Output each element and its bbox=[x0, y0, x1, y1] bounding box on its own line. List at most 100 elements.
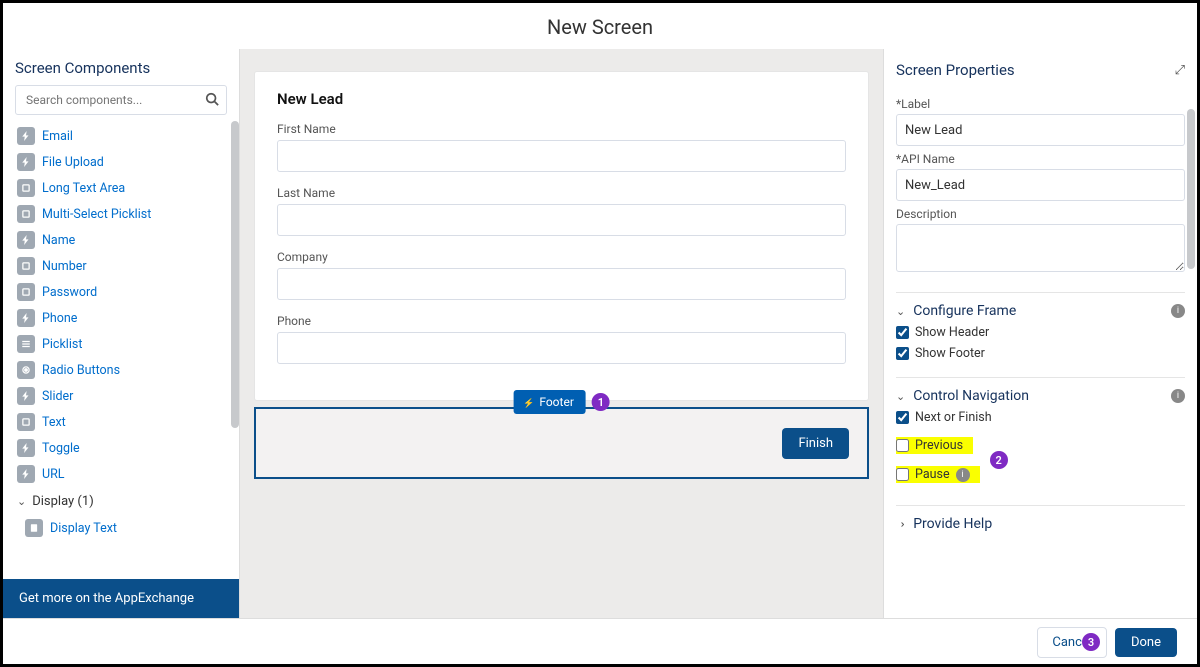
component-label: Name bbox=[42, 233, 75, 248]
component-label: Radio Buttons bbox=[42, 363, 120, 378]
component-item[interactable]: Slider bbox=[17, 383, 239, 409]
expand-icon[interactable]: ⤢ bbox=[1175, 63, 1185, 78]
checkbox-label: Previous bbox=[915, 438, 963, 453]
label-field-label: *Label bbox=[896, 97, 1185, 111]
checkbox-pause[interactable]: Pause i bbox=[896, 466, 980, 483]
checkbox-input[interactable] bbox=[896, 411, 909, 424]
checkbox-next-finish[interactable]: Next or Finish bbox=[896, 410, 1185, 425]
component-label: Picklist bbox=[42, 337, 82, 352]
footer-pill[interactable]: Footer bbox=[513, 390, 586, 414]
component-item[interactable]: Email bbox=[17, 123, 239, 149]
bolt-icon bbox=[17, 387, 35, 405]
search-input[interactable] bbox=[15, 85, 227, 115]
section-header[interactable]: ⌄ Configure Frame i bbox=[896, 303, 1185, 319]
component-label: Long Text Area bbox=[42, 181, 125, 196]
component-item[interactable]: Picklist bbox=[17, 331, 239, 357]
component-item[interactable]: URL bbox=[17, 461, 239, 487]
checkbox-input[interactable] bbox=[896, 347, 909, 360]
search-wrap bbox=[15, 85, 227, 115]
scrollbar[interactable] bbox=[231, 121, 239, 428]
component-item[interactable]: Name bbox=[17, 227, 239, 253]
checkbox-input[interactable] bbox=[896, 439, 909, 452]
chevron-down-icon: ⌄ bbox=[896, 305, 905, 318]
field-label: Company bbox=[277, 250, 846, 264]
right-panel-body: *Label *API Name Description ⌄ Configure… bbox=[884, 87, 1197, 618]
field-input[interactable] bbox=[277, 268, 846, 300]
info-icon[interactable]: i bbox=[1171, 304, 1185, 318]
layout: Screen Components EmailFile UploadLong T… bbox=[3, 49, 1197, 618]
checkbox-previous[interactable]: Previous bbox=[896, 437, 973, 454]
checkbox-label: Show Header bbox=[915, 325, 989, 340]
component-label: URL bbox=[42, 467, 65, 482]
field-input[interactable] bbox=[277, 204, 846, 236]
chevron-down-icon: ⌄ bbox=[17, 495, 26, 508]
footer-tag: Footer 1 bbox=[513, 390, 610, 414]
left-panel: Screen Components EmailFile UploadLong T… bbox=[3, 49, 240, 618]
box-icon bbox=[17, 257, 35, 275]
search-icon bbox=[205, 92, 219, 106]
bolt-icon bbox=[17, 309, 35, 327]
section-header[interactable]: ⌄ Control Navigation i bbox=[896, 388, 1185, 404]
section-title: Configure Frame bbox=[913, 303, 1016, 319]
right-panel-header: Screen Properties ⤢ bbox=[884, 49, 1197, 87]
component-label: Password bbox=[42, 285, 97, 300]
section-control-navigation: ⌄ Control Navigation i Next or Finish Pr… bbox=[896, 377, 1185, 489]
bolt-icon bbox=[17, 465, 35, 483]
chevron-right-icon: ⌄ bbox=[894, 519, 907, 528]
group-display[interactable]: ⌄ Display (1) bbox=[17, 487, 239, 515]
component-item[interactable]: Radio Buttons bbox=[17, 357, 239, 383]
info-icon[interactable]: i bbox=[1171, 389, 1185, 403]
label-input[interactable] bbox=[896, 114, 1185, 146]
modal-title: New Screen bbox=[3, 3, 1197, 49]
component-list: Email File Upload Long Text Area Multi-Sele… bbox=[3, 121, 239, 579]
component-item[interactable]: Display Text bbox=[17, 515, 239, 541]
doc-icon bbox=[25, 519, 43, 537]
component-item[interactable]: Long Text Area bbox=[17, 175, 239, 201]
component-item[interactable]: Text bbox=[17, 409, 239, 435]
done-button[interactable]: Done bbox=[1115, 628, 1177, 657]
field-input[interactable] bbox=[277, 332, 846, 364]
component-item[interactable]: File Upload bbox=[17, 149, 239, 175]
right-panel: Screen Properties ⤢ *Label *API Name Des… bbox=[883, 49, 1197, 618]
component-label: Slider bbox=[42, 389, 73, 404]
box-icon bbox=[17, 179, 35, 197]
scrollbar[interactable] bbox=[1187, 109, 1195, 269]
component-label: Display Text bbox=[50, 521, 117, 536]
checkbox-show-footer[interactable]: Show Footer bbox=[896, 346, 1185, 361]
appexchange-link[interactable]: Get more on the AppExchange bbox=[3, 579, 239, 618]
footer-box[interactable]: Finish bbox=[254, 407, 869, 479]
component-item[interactable]: Password bbox=[17, 279, 239, 305]
section-header[interactable]: ⌄ Provide Help bbox=[896, 516, 1185, 532]
screen-card: New Lead First NameLast NameCompanyPhone bbox=[254, 71, 869, 401]
right-panel-title: Screen Properties bbox=[896, 61, 1015, 79]
info-icon[interactable]: i bbox=[956, 468, 970, 482]
field-label: Phone bbox=[277, 314, 846, 328]
component-label: Phone bbox=[42, 311, 77, 326]
checkbox-input[interactable] bbox=[896, 468, 909, 481]
field-label: First Name bbox=[277, 122, 846, 136]
radio-icon bbox=[17, 361, 35, 379]
checkbox-label: Next or Finish bbox=[915, 410, 992, 425]
finish-button[interactable]: Finish bbox=[782, 428, 849, 459]
canvas: New Lead First NameLast NameCompanyPhone… bbox=[240, 49, 883, 618]
checkbox-show-header[interactable]: Show Header bbox=[896, 325, 1185, 340]
section-provide-help: ⌄ Provide Help bbox=[896, 505, 1185, 532]
bolt-icon bbox=[17, 127, 35, 145]
api-name-input[interactable] bbox=[896, 169, 1185, 201]
field-input[interactable] bbox=[277, 140, 846, 172]
component-item[interactable]: Phone bbox=[17, 305, 239, 331]
component-item[interactable]: Toggle bbox=[17, 435, 239, 461]
callout-1: 1 bbox=[592, 393, 610, 411]
component-item[interactable]: Multi-Select Picklist bbox=[17, 201, 239, 227]
bottom-bar: Cancel 3 Done bbox=[3, 618, 1197, 666]
section-title: Provide Help bbox=[913, 516, 992, 532]
component-label: File Upload bbox=[42, 155, 104, 170]
box-icon bbox=[17, 205, 35, 223]
section-configure-frame: ⌄ Configure Frame i Show Header Show Foo… bbox=[896, 292, 1185, 361]
component-item[interactable]: Number bbox=[17, 253, 239, 279]
box-icon bbox=[17, 413, 35, 431]
description-input[interactable] bbox=[896, 224, 1185, 272]
checkbox-input[interactable] bbox=[896, 326, 909, 339]
callout-3: 3 bbox=[1082, 633, 1100, 651]
bolt-icon bbox=[17, 153, 35, 171]
